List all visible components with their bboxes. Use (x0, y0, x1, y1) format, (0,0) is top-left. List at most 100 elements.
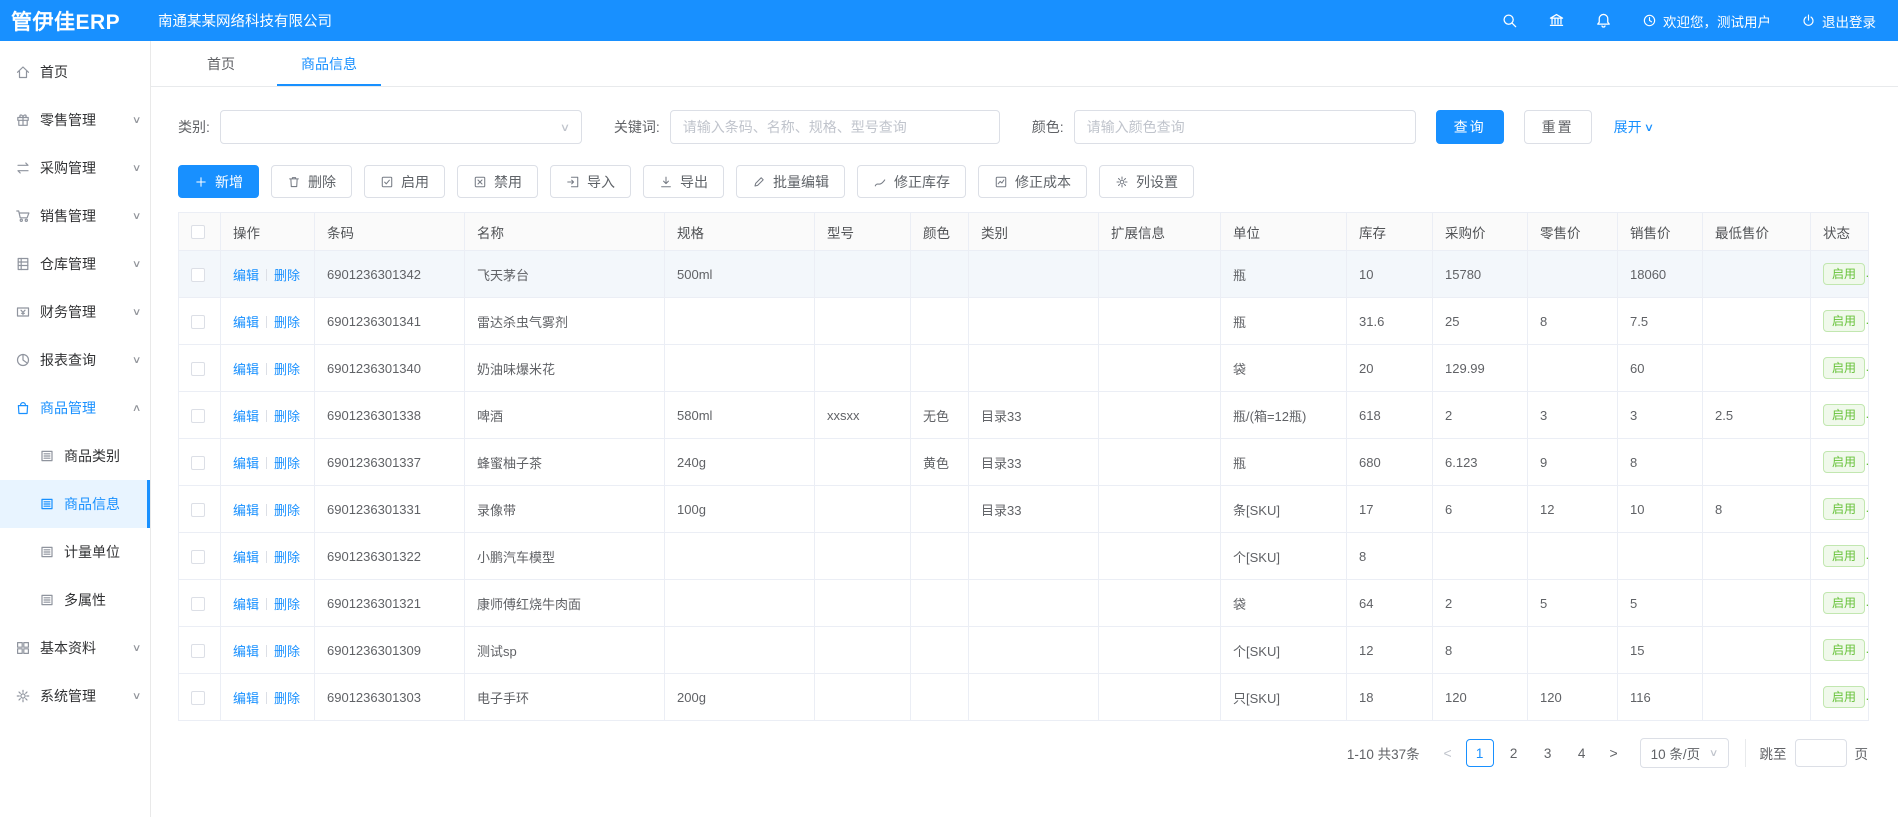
logout-button[interactable]: 退出登录 (1801, 11, 1876, 31)
welcome-user-menu[interactable]: 欢迎您，测试用户 (1642, 11, 1771, 31)
sidebar-item-retail-mgmt[interactable]: 零售管理 ∨ (0, 96, 150, 144)
edit-link[interactable]: 编辑 (233, 644, 259, 659)
keyword-input[interactable] (670, 110, 1000, 144)
delete-link[interactable]: 删除 (274, 503, 300, 518)
row-checkbox[interactable] (191, 409, 205, 423)
edit-link[interactable]: 编辑 (233, 315, 259, 330)
delete-link[interactable]: 删除 (274, 550, 300, 565)
row-checkbox[interactable] (191, 268, 205, 282)
cell-status: 启用 (1811, 486, 1869, 533)
link-divider (266, 269, 267, 281)
sidebar-item-warehouse-mgmt[interactable]: 仓库管理 ∨ (0, 240, 150, 288)
cell-unit: 只[SKU] (1221, 674, 1347, 721)
column-header: 零售价 (1528, 213, 1618, 251)
delete-link[interactable]: 删除 (274, 456, 300, 471)
page-number[interactable]: 4 (1568, 739, 1596, 767)
page-number[interactable]: 1 (1466, 739, 1494, 767)
notifications-button[interactable] (1595, 12, 1612, 29)
batch-edit-button[interactable]: 批量编辑 (736, 165, 845, 198)
tab-product-info[interactable]: 商品信息 (291, 41, 367, 86)
chevron-icon: ∨ (132, 163, 142, 174)
page-suffix: 页 (1855, 743, 1869, 763)
color-input[interactable] (1074, 110, 1416, 144)
table-row: 编辑删除 6901236301337 蜂蜜柚子茶 240g 黄色 目录33 瓶 (179, 439, 1869, 486)
disable-button[interactable]: 禁用 (457, 165, 538, 198)
expand-link[interactable]: 展开 ∨ (1614, 117, 1653, 137)
delete-link[interactable]: 删除 (274, 409, 300, 424)
select-all-checkbox[interactable] (191, 225, 205, 239)
purchase-icon (15, 160, 31, 176)
sidebar-item-sales-mgmt[interactable]: 销售管理 ∨ (0, 192, 150, 240)
sidebar-item-system-mgmt[interactable]: 系统管理 ∨ (0, 672, 150, 720)
cell-operations: 编辑删除 (221, 392, 315, 439)
row-checkbox[interactable] (191, 315, 205, 329)
cell-checkbox (179, 345, 221, 392)
page-number[interactable]: 2 (1500, 739, 1528, 767)
delete-link[interactable]: 删除 (274, 362, 300, 377)
home-portal-button[interactable] (1548, 12, 1565, 29)
enable-button[interactable]: 启用 (364, 165, 445, 198)
edit-link[interactable]: 编辑 (233, 268, 259, 283)
sidebar-item-basic-data[interactable]: 基本资料 ∨ (0, 624, 150, 672)
edit-link[interactable]: 编辑 (233, 503, 259, 518)
status-badge: 启用 (1823, 639, 1865, 661)
category-select[interactable]: ∨ (220, 110, 582, 144)
delete-link[interactable]: 删除 (274, 644, 300, 659)
row-checkbox[interactable] (191, 503, 205, 517)
sales-icon (15, 208, 31, 224)
jump-page-input[interactable] (1795, 739, 1847, 767)
sidebar-item-product-category[interactable]: 商品类别 (0, 432, 150, 480)
row-checkbox[interactable] (191, 456, 205, 470)
sidebar-item-product-mgmt[interactable]: 商品管理 ∧ (0, 384, 150, 432)
chevron-icon: ∨ (132, 643, 142, 654)
row-checkbox[interactable] (191, 597, 205, 611)
cell-name: 飞天茅台 (465, 251, 665, 298)
delete-link[interactable]: 删除 (274, 691, 300, 706)
edit-link[interactable]: 编辑 (233, 597, 259, 612)
tab-home[interactable]: 首页 (197, 41, 245, 86)
cell-retail-price (1528, 627, 1618, 674)
sidebar-item-finance-mgmt[interactable]: 财务管理 ∨ (0, 288, 150, 336)
sidebar-item-multi-attribute[interactable]: 多属性 (0, 576, 150, 624)
add-button[interactable]: 新增 (178, 165, 259, 198)
cell-model (815, 627, 911, 674)
edit-link[interactable]: 编辑 (233, 409, 259, 424)
edit-link[interactable]: 编辑 (233, 456, 259, 471)
prev-page-button[interactable]: < (1436, 739, 1460, 767)
column-settings-button[interactable]: 列设置 (1099, 165, 1194, 198)
adjust-stock-button[interactable]: 修正库存 (857, 165, 966, 198)
sidebar-item-purchase-mgmt[interactable]: 采购管理 ∨ (0, 144, 150, 192)
sidebar-nav: 首页 零售管理 ∨ 采购管理 ∨ 销售管理 ∨ (0, 41, 151, 817)
sidebar-item-home[interactable]: 首页 (0, 48, 150, 96)
row-checkbox[interactable] (191, 691, 205, 705)
jump-label: 跳至 (1760, 743, 1787, 763)
page-number[interactable]: 3 (1534, 739, 1562, 767)
search-button[interactable] (1501, 12, 1518, 29)
edit-link[interactable]: 编辑 (233, 550, 259, 565)
export-button[interactable]: 导出 (643, 165, 724, 198)
row-checkbox[interactable] (191, 550, 205, 564)
delete-link[interactable]: 删除 (274, 268, 300, 283)
edit-link[interactable]: 编辑 (233, 362, 259, 377)
status-badge: 启用 (1823, 451, 1865, 473)
delete-button[interactable]: 删除 (271, 165, 352, 198)
reset-button[interactable]: 重置 (1524, 110, 1592, 144)
cell-model (815, 533, 911, 580)
delete-link[interactable]: 删除 (274, 315, 300, 330)
import-button[interactable]: 导入 (550, 165, 631, 198)
page-size-select[interactable]: 10 条/页 ∨ (1640, 738, 1729, 768)
next-page-button[interactable]: > (1602, 739, 1626, 767)
edit-link[interactable]: 编辑 (233, 691, 259, 706)
row-checkbox[interactable] (191, 644, 205, 658)
sidebar-item-report-query[interactable]: 报表查询 ∨ (0, 336, 150, 384)
cell-status: 启用 (1811, 298, 1869, 345)
sidebar-item-measure-unit[interactable]: 计量单位 (0, 528, 150, 576)
cell-operations: 编辑删除 (221, 533, 315, 580)
sidebar-item-product-info[interactable]: 商品信息 (0, 480, 150, 528)
row-checkbox[interactable] (191, 362, 205, 376)
delete-link[interactable]: 删除 (274, 597, 300, 612)
search-button[interactable]: 查询 (1436, 110, 1504, 144)
adjust-cost-button[interactable]: 修正成本 (978, 165, 1087, 198)
home-icon (15, 64, 31, 80)
finance-icon (15, 304, 31, 320)
